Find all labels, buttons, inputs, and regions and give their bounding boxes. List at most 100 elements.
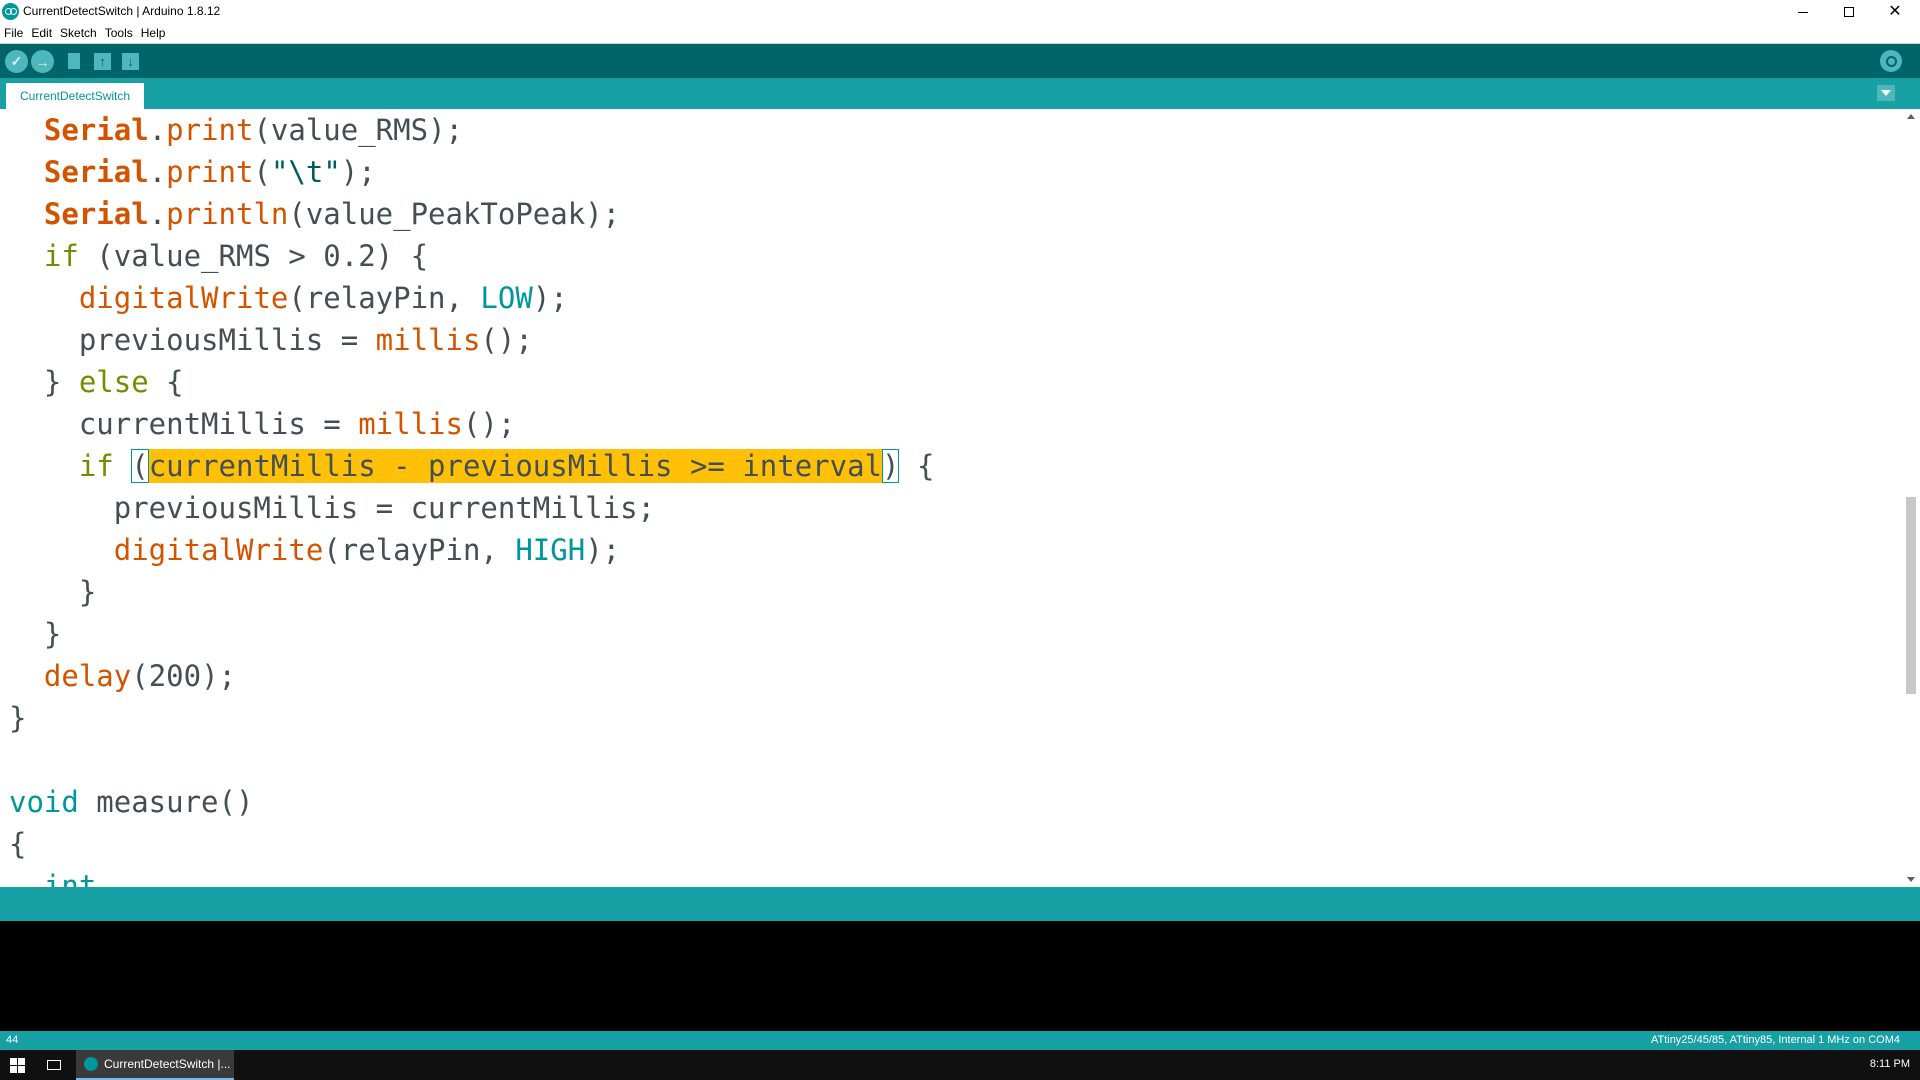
- upload-button[interactable]: →: [31, 50, 54, 73]
- task-view-button[interactable]: [38, 1050, 70, 1080]
- code-token: (: [253, 155, 271, 189]
- scroll-thumb[interactable]: [1906, 497, 1916, 694]
- selected-text: currentMillis - previousMillis >= interv…: [148, 449, 883, 483]
- menu-tools[interactable]: Tools: [105, 26, 133, 40]
- code-line[interactable]: delay(200);: [9, 655, 236, 697]
- taskbar-app-label: CurrentDetectSwitch |...: [104, 1057, 231, 1071]
- verify-button[interactable]: ✓: [5, 50, 28, 73]
- code-line[interactable]: {: [9, 823, 26, 865]
- code-token: LOW: [480, 281, 533, 315]
- line-number: 44: [6, 1034, 19, 1046]
- editor-vertical-scrollbar[interactable]: [1902, 109, 1920, 887]
- taskbar-app-arduino[interactable]: CurrentDetectSwitch |...: [76, 1050, 234, 1080]
- menu-sketch[interactable]: Sketch: [60, 26, 97, 40]
- code-line[interactable]: if (value_RMS > 0.2) {: [9, 235, 428, 277]
- serial-monitor-button[interactable]: [1880, 50, 1902, 72]
- menu-help[interactable]: Help: [141, 26, 166, 40]
- code-token: (value_RMS > 0.2) {: [78, 239, 429, 273]
- code-token: int: [43, 869, 97, 887]
- code-token: void: [9, 785, 79, 819]
- menu-edit[interactable]: Edit: [31, 26, 52, 40]
- code-token: {: [9, 827, 27, 861]
- tab-menu-dropdown-icon[interactable]: [1877, 85, 1895, 101]
- code-token: Serial: [43, 197, 149, 231]
- code-token: ();: [462, 407, 516, 441]
- code-token: }: [9, 365, 79, 399]
- maximize-icon: [1844, 6, 1854, 17]
- code-token: );: [532, 281, 568, 315]
- code-line[interactable]: if (currentMillis - previousMillis >= in…: [9, 445, 934, 487]
- new-button[interactable]: [63, 50, 86, 73]
- toolbar: ✓ → ↑ ↓: [0, 43, 1920, 78]
- code-line[interactable]: } else {: [9, 361, 184, 403]
- window-title: CurrentDetectSwitch | Arduino 1.8.12: [23, 4, 221, 18]
- code-line[interactable]: Serial.print(value_RMS);: [9, 109, 463, 151]
- right-arrow-icon: →: [35, 53, 50, 70]
- code-line[interactable]: }: [9, 571, 96, 613]
- code-token: digitalWrite: [113, 533, 324, 567]
- code-token: (200);: [131, 659, 236, 693]
- code-token: Serial: [43, 113, 149, 147]
- code-line[interactable]: int: [9, 865, 114, 887]
- code-token: (relayPin,: [323, 533, 516, 567]
- code-line[interactable]: void measure(): [9, 781, 253, 823]
- scroll-up-icon[interactable]: [1907, 114, 1915, 119]
- minimize-button[interactable]: [1780, 0, 1826, 23]
- code-line[interactable]: previousMillis = currentMillis;: [9, 487, 655, 529]
- arduino-logo-icon: [2, 3, 19, 20]
- code-token: );: [340, 155, 376, 189]
- title-bar: CurrentDetectSwitch | Arduino 1.8.12 ✕: [0, 0, 1920, 23]
- code-line[interactable]: }: [9, 613, 61, 655]
- code-token: {: [148, 365, 184, 399]
- tab-currentdetectswitch[interactable]: CurrentDetectSwitch: [6, 83, 145, 109]
- code-token: }: [9, 575, 97, 609]
- code-line[interactable]: }: [9, 697, 26, 739]
- scroll-down-icon[interactable]: [1907, 877, 1915, 882]
- code-token: HIGH: [515, 533, 586, 567]
- code-token: .: [148, 197, 167, 231]
- console-output[interactable]: [0, 921, 1920, 1031]
- code-line[interactable]: currentMillis = millis();: [9, 403, 516, 445]
- save-button[interactable]: ↓: [119, 50, 142, 73]
- start-button[interactable]: [0, 1050, 34, 1080]
- menu-bar: File Edit Sketch Tools Help: [0, 23, 1920, 43]
- code-editor[interactable]: Serial.print(value_RMS); Serial.print("\…: [0, 109, 1902, 887]
- close-icon: ✕: [1888, 2, 1902, 20]
- code-token: Serial: [43, 155, 149, 189]
- checkmark-icon: ✓: [10, 53, 23, 69]
- maximize-button[interactable]: [1826, 0, 1872, 23]
- code-token: }: [9, 617, 62, 651]
- code-token: );: [585, 533, 621, 567]
- windows-logo-icon: [9, 1057, 25, 1073]
- close-button[interactable]: ✕: [1872, 0, 1918, 23]
- system-clock: 8:11 PM: [1869, 1058, 1910, 1070]
- code-token: if: [78, 449, 114, 483]
- code-token: millis: [375, 323, 481, 357]
- open-button[interactable]: ↑: [91, 50, 114, 73]
- board-info: ATtiny25/45/85, ATtiny85, Internal 1 MHz…: [1650, 1034, 1900, 1046]
- save-down-arrow-icon: ↓: [122, 53, 139, 70]
- menu-file[interactable]: File: [4, 26, 23, 40]
- code-line[interactable]: Serial.println(value_PeakToPeak);: [9, 193, 620, 235]
- code-token: (: [131, 449, 149, 483]
- code-line[interactable]: digitalWrite(relayPin, HIGH);: [9, 529, 620, 571]
- code-token: "\t": [270, 155, 341, 189]
- code-token: .: [148, 155, 167, 189]
- code-token: previousMillis = currentMillis;: [9, 491, 656, 525]
- code-token: println: [166, 197, 289, 231]
- code-token: {: [899, 449, 935, 483]
- code-token: if: [43, 239, 79, 273]
- code-token: ();: [480, 323, 533, 357]
- code-line[interactable]: previousMillis = millis();: [9, 319, 533, 361]
- code-line[interactable]: Serial.print("\t");: [9, 151, 376, 193]
- code-line[interactable]: digitalWrite(relayPin, LOW);: [9, 277, 568, 319]
